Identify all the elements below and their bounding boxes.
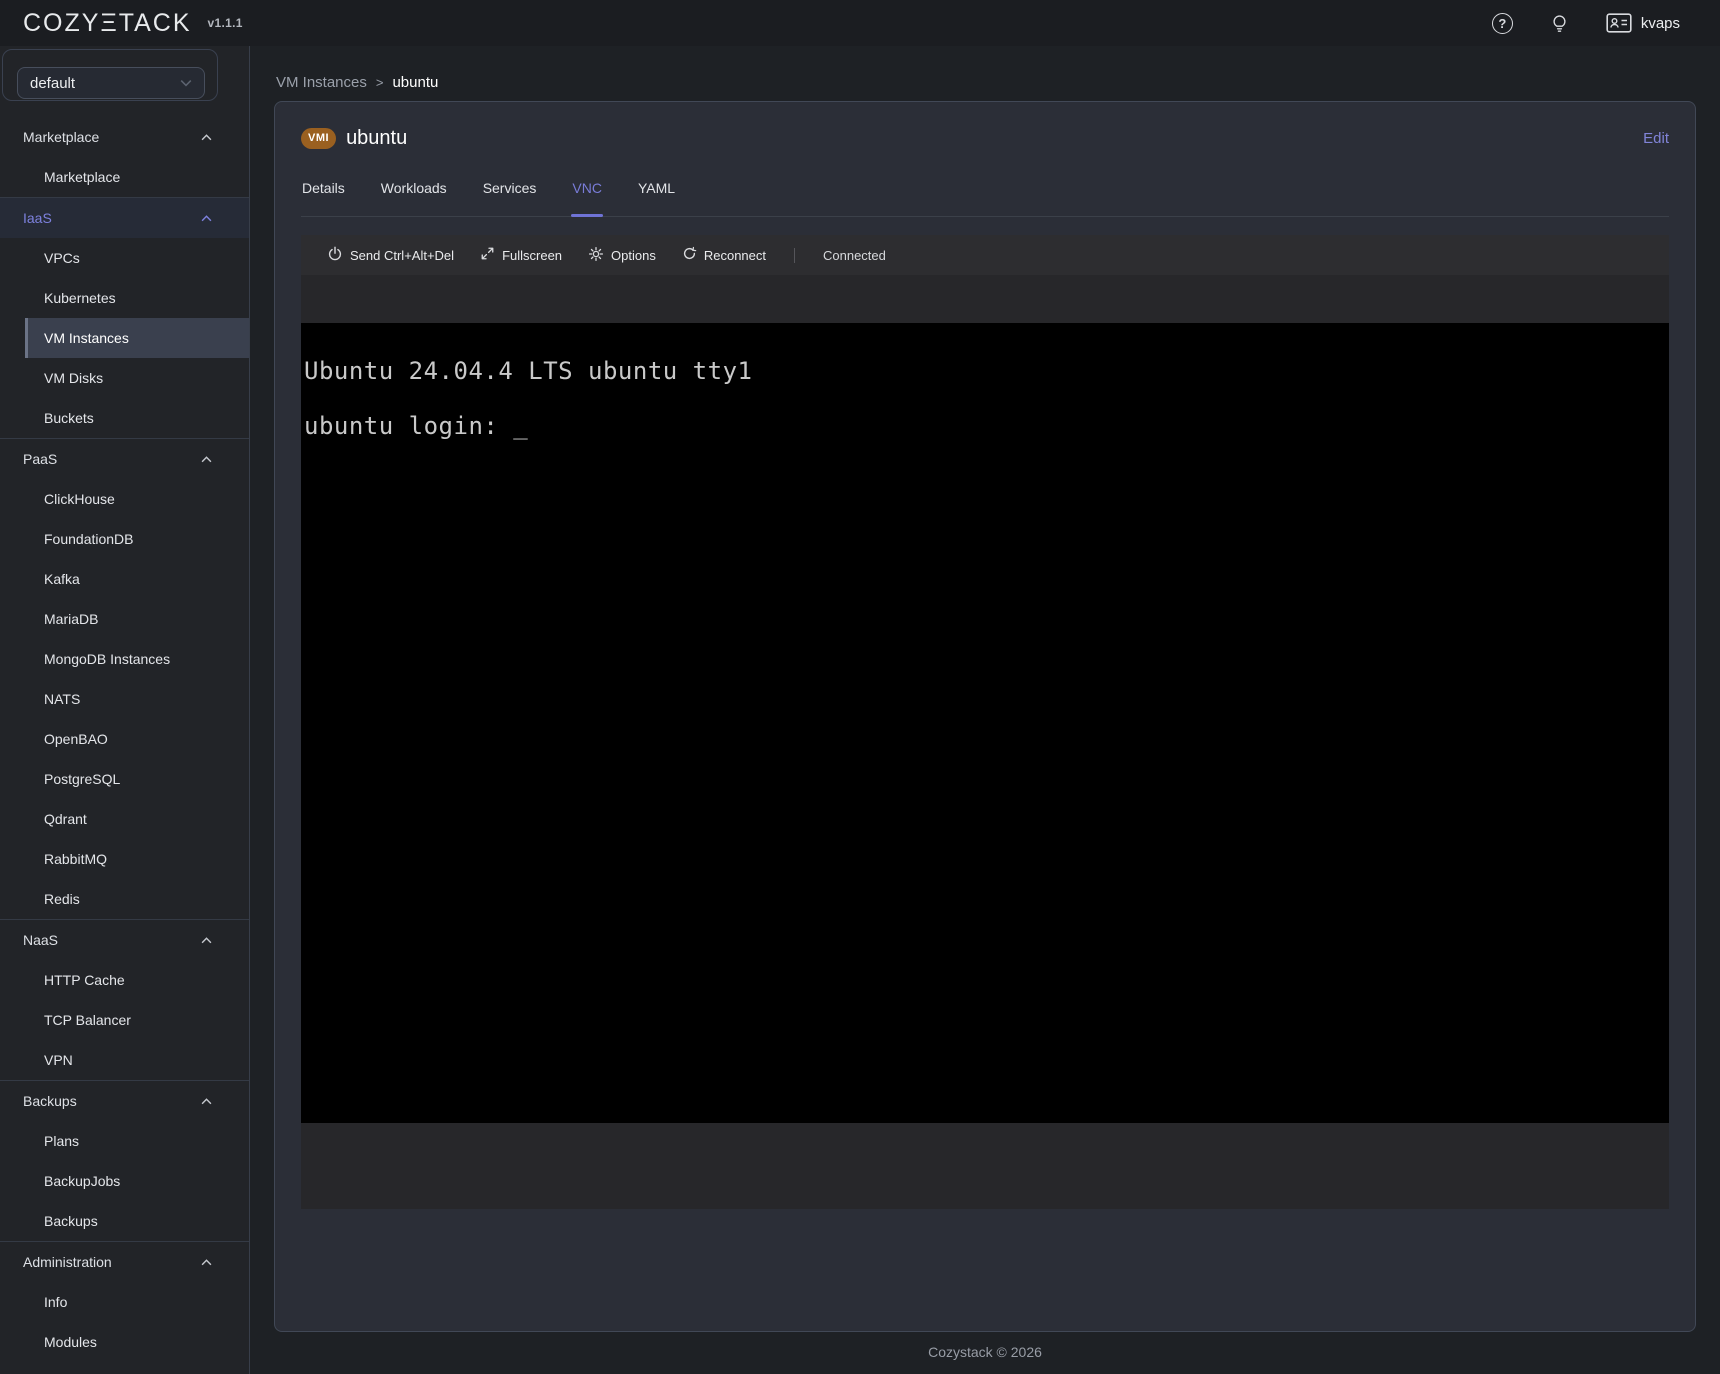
send-ctrl-alt-del-button[interactable]: Send Ctrl+Alt+Del xyxy=(327,246,454,265)
chevron-up-icon xyxy=(201,215,212,222)
reconnect-icon xyxy=(682,246,697,264)
section-header-backups[interactable]: Backups xyxy=(0,1081,249,1121)
sidebar-item-nats[interactable]: NATS xyxy=(0,679,249,719)
nav-section-backups: BackupsPlansBackupJobsBackups xyxy=(0,1080,249,1241)
section-header-marketplace[interactable]: Marketplace xyxy=(0,117,249,157)
sidebar-item-mongodb-instances[interactable]: MongoDB Instances xyxy=(0,639,249,679)
lightbulb-icon[interactable] xyxy=(1551,14,1568,33)
section-header-paas[interactable]: PaaS xyxy=(0,439,249,479)
help-icon[interactable]: ? xyxy=(1492,13,1513,34)
project-panel: default xyxy=(2,49,218,101)
sidebar-item-qdrant[interactable]: Qdrant xyxy=(0,799,249,839)
sidebar-item-vpn[interactable]: VPN xyxy=(0,1040,249,1080)
sidebar-item-modules[interactable]: Modules xyxy=(0,1322,249,1362)
section-label: NaaS xyxy=(23,932,201,948)
tab-services[interactable]: Services xyxy=(482,180,538,216)
sidebar-item-info[interactable]: Info xyxy=(0,1282,249,1322)
sidebar-item-marketplace[interactable]: Marketplace xyxy=(0,157,249,197)
nav-section-iaas: IaaS VPCsKubernetesVM InstancesVM DisksBu… xyxy=(0,197,249,438)
main-content: VM Instances > ubuntu VMI ubuntu Edit De… xyxy=(250,46,1720,1374)
sidebar-item-plans[interactable]: Plans xyxy=(0,1121,249,1161)
sidebar-item-clickhouse[interactable]: ClickHouse xyxy=(0,479,249,519)
sidebar-item-mariadb[interactable]: MariaDB xyxy=(0,599,249,639)
chevron-up-icon xyxy=(201,456,212,463)
sidebar-item-buckets[interactable]: Buckets xyxy=(0,398,249,438)
fullscreen-button[interactable]: Fullscreen xyxy=(480,246,562,264)
sidebar-item-vm-disks[interactable]: VM Disks xyxy=(0,358,249,398)
section-label: Administration xyxy=(23,1254,201,1270)
toolbar-divider xyxy=(794,248,795,263)
tab-bar: Details Workloads Services VNC YAML xyxy=(301,180,1669,217)
breadcrumb-separator: > xyxy=(376,75,384,90)
app-version: v1.1.1 xyxy=(208,16,243,30)
tab-yaml[interactable]: YAML xyxy=(637,180,676,216)
cozystack-logo: COZYΞTACK xyxy=(23,9,192,38)
sidebar: default Marketplace Marketplace IaaS VPCsKu… xyxy=(0,46,250,1374)
breadcrumb-current: ubuntu xyxy=(392,74,438,91)
topbar-actions: ? kvaps xyxy=(1492,0,1680,46)
footer-copyright: Cozystack © 2026 xyxy=(250,1344,1720,1360)
vmi-badge: VMI xyxy=(301,128,336,149)
chevron-up-icon xyxy=(201,1259,212,1266)
sidebar-item-redis[interactable]: Redis xyxy=(0,879,249,919)
chevron-up-icon xyxy=(201,937,212,944)
chevron-down-icon xyxy=(180,79,192,87)
vnc-container: Send Ctrl+Alt+Del Fullscreen xyxy=(301,235,1669,1209)
sidebar-item-kafka[interactable]: Kafka xyxy=(0,559,249,599)
topbar: COZYΞTACK v1.1.1 ? kvaps xyxy=(0,0,1720,46)
edit-button[interactable]: Edit xyxy=(1643,130,1669,147)
sidebar-item-rabbitmq[interactable]: RabbitMQ xyxy=(0,839,249,879)
power-icon xyxy=(327,246,343,265)
user-badge-icon xyxy=(1606,13,1632,33)
section-label: Backups xyxy=(23,1093,201,1109)
namespace-select[interactable]: default xyxy=(17,67,205,99)
card-header: VMI ubuntu Edit xyxy=(301,118,1669,158)
section-label: IaaS xyxy=(23,210,201,226)
nav-section-naas: NaaS HTTP CacheTCP BalancerVPN xyxy=(0,919,249,1080)
terminal-line-2: ubuntu login: _ xyxy=(304,412,1669,440)
section-label: PaaS xyxy=(23,451,201,467)
section-header-naas[interactable]: NaaS xyxy=(0,920,249,960)
fullscreen-icon xyxy=(480,246,495,264)
vnc-screen[interactable]: Ubuntu 24.04.4 LTS ubuntu tty1 ubuntu lo… xyxy=(301,323,1669,1123)
sidebar-item-foundationdb[interactable]: FoundationDB xyxy=(0,519,249,559)
sidebar-nav: Marketplace Marketplace IaaS VPCsKubernetes… xyxy=(0,117,249,1362)
login-prompt: ubuntu login: xyxy=(304,412,513,440)
vm-instance-card: VMI ubuntu Edit Details Workloads Services… xyxy=(274,101,1696,1332)
breadcrumb-vm-instances[interactable]: VM Instances xyxy=(276,74,367,91)
sidebar-item-http-cache[interactable]: HTTP Cache xyxy=(0,960,249,1000)
nav-section-administration: Administration InfoModules xyxy=(0,1241,249,1362)
reconnect-button[interactable]: Reconnect xyxy=(682,246,766,264)
section-header-administration[interactable]: Administration xyxy=(0,1242,249,1282)
vnc-toolbar: Send Ctrl+Alt+Del Fullscreen xyxy=(301,235,1669,275)
tab-workloads[interactable]: Workloads xyxy=(380,180,448,216)
tab-vnc[interactable]: VNC xyxy=(571,180,603,216)
namespace-select-value: default xyxy=(30,75,180,92)
breadcrumb: VM Instances > ubuntu xyxy=(250,46,1720,91)
gear-icon xyxy=(588,246,604,265)
vnc-connection-status: Connected xyxy=(823,248,886,263)
section-label: Marketplace xyxy=(23,129,201,145)
sidebar-item-vpcs[interactable]: VPCs xyxy=(0,238,249,278)
username: kvaps xyxy=(1641,15,1680,32)
section-header-iaas[interactable]: IaaS xyxy=(0,198,249,238)
user-menu[interactable]: kvaps xyxy=(1606,13,1680,33)
terminal-cursor: _ xyxy=(513,412,528,440)
options-button[interactable]: Options xyxy=(588,246,656,265)
chevron-up-icon xyxy=(201,134,212,141)
nav-section-marketplace: Marketplace Marketplace xyxy=(0,117,249,197)
terminal-line-1: Ubuntu 24.04.4 LTS ubuntu tty1 xyxy=(304,357,1669,385)
sidebar-item-postgresql[interactable]: PostgreSQL xyxy=(0,759,249,799)
nav-section-paas: PaaS ClickHouseFoundationDBKafkaMariaDBMo… xyxy=(0,438,249,919)
sidebar-item-backups[interactable]: Backups xyxy=(0,1201,249,1241)
sidebar-item-openbao[interactable]: OpenBAO xyxy=(0,719,249,759)
sidebar-item-backupjobs[interactable]: BackupJobs xyxy=(0,1161,249,1201)
sidebar-item-kubernetes[interactable]: Kubernetes xyxy=(0,278,249,318)
tab-details[interactable]: Details xyxy=(301,180,346,216)
sidebar-item-vm-instances[interactable]: VM Instances xyxy=(25,318,249,358)
chevron-up-icon xyxy=(201,1098,212,1105)
page-title: ubuntu xyxy=(346,127,407,150)
sidebar-item-tcp-balancer[interactable]: TCP Balancer xyxy=(0,1000,249,1040)
